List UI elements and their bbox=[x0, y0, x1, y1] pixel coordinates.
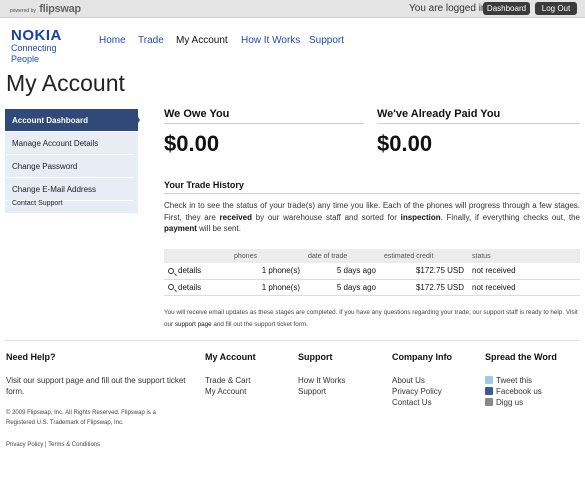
desc-payment: payment bbox=[164, 224, 197, 233]
desc-text: by our warehouse staff and sorted for bbox=[252, 212, 401, 222]
twitter-icon bbox=[485, 376, 493, 384]
tweet-this-label: Tweet this bbox=[496, 376, 533, 385]
footer-link-my-account[interactable]: My Account bbox=[205, 386, 246, 397]
footer-link-privacy-policy[interactable]: Privacy Policy bbox=[392, 386, 442, 397]
legal-links[interactable]: Privacy Policy | Terms & Conditions bbox=[6, 442, 100, 448]
account-sidebar: Account Dashboard Manage Account Details… bbox=[5, 109, 138, 213]
magnifier-icon bbox=[168, 268, 174, 275]
col-header-date: date of trade bbox=[304, 249, 380, 263]
notice-text: and fill out the support ticket form. bbox=[211, 320, 308, 328]
cell-status: not received bbox=[468, 279, 580, 296]
desc-text: will be sent. bbox=[196, 224, 241, 233]
table-header-row: phones date of trade estimated credit st… bbox=[164, 249, 580, 263]
footer-account-title: My Account bbox=[205, 352, 256, 362]
paid-amount: $0.00 bbox=[377, 131, 433, 156]
logout-button[interactable]: Log Out bbox=[535, 2, 577, 15]
table-row: details 1 phone(s) 5 days ago $172.75 US… bbox=[164, 279, 580, 296]
footer-link-contact-us[interactable]: Contact Us bbox=[392, 397, 432, 408]
logo-wordmark: NOKIA bbox=[11, 27, 62, 44]
details-link[interactable]: details bbox=[164, 279, 230, 296]
nav-home[interactable]: Home bbox=[99, 35, 126, 46]
table-row: details 1 phone(s) 5 days ago $172.75 US… bbox=[164, 263, 580, 280]
login-status: You are logged in! bbox=[409, 3, 490, 14]
powered-by-text: powered by bbox=[10, 8, 36, 14]
digg-icon bbox=[485, 398, 493, 406]
tweet-this-link[interactable]: Tweet this bbox=[485, 375, 532, 386]
footer-link-how-it-works[interactable]: How It Works bbox=[298, 375, 345, 386]
active-item-arrow-icon bbox=[133, 109, 140, 131]
nav-support[interactable]: Support bbox=[309, 35, 344, 46]
support-page-link[interactable]: support page bbox=[175, 321, 212, 328]
facebook-icon bbox=[485, 387, 493, 395]
footer-divider bbox=[5, 340, 580, 341]
col-header-details bbox=[164, 249, 230, 263]
facebook-us-label: Facebook us bbox=[496, 387, 542, 396]
desc-text: . Finally, if everything checks out, the bbox=[440, 212, 581, 222]
cell-phones: 1 phone(s) bbox=[230, 279, 304, 296]
desc-inspection: inspection bbox=[400, 212, 441, 222]
owe-amount: $0.00 bbox=[164, 131, 220, 156]
top-bar: powered by flipswap You are logged in! D… bbox=[0, 0, 585, 18]
powered-by: powered by flipswap bbox=[10, 3, 81, 15]
cell-phones: 1 phone(s) bbox=[230, 263, 304, 280]
sidebar-item-change-password[interactable]: Change Password bbox=[5, 155, 133, 178]
email-update-notice: You will receive email updates as these … bbox=[164, 307, 580, 330]
col-header-phones: phones bbox=[230, 249, 304, 263]
facebook-us-link[interactable]: Facebook us bbox=[485, 386, 542, 397]
cell-status: not received bbox=[468, 263, 580, 280]
digg-us-link[interactable]: Digg us bbox=[485, 397, 523, 408]
sidebar-item-manage-details[interactable]: Manage Account Details bbox=[5, 132, 133, 155]
col-header-credit: estimated credit bbox=[380, 249, 468, 263]
sidebar-item-contact-support[interactable]: Contact Support bbox=[5, 195, 133, 213]
cell-credit: $172.75 USD bbox=[380, 263, 468, 280]
digg-us-label: Digg us bbox=[496, 398, 524, 407]
trade-history-divider bbox=[164, 193, 580, 194]
footer-company-title: Company Info bbox=[392, 352, 452, 362]
footer-link-about-us[interactable]: About Us bbox=[392, 375, 425, 386]
paid-title: We've Already Paid You bbox=[377, 108, 501, 120]
cell-date: 5 days ago bbox=[304, 263, 380, 280]
sidebar-item-dashboard[interactable]: Account Dashboard bbox=[5, 109, 138, 132]
desc-received: received bbox=[219, 212, 253, 222]
nav-how-it-works[interactable]: How It Works bbox=[241, 35, 300, 46]
col-header-status: status bbox=[468, 249, 580, 263]
owe-title: We Owe You bbox=[164, 108, 230, 120]
copyright-text: © 2009 Flipswap, Inc. All Rights Reserve… bbox=[6, 410, 156, 426]
trade-history-title: Your Trade History bbox=[164, 180, 244, 190]
nav-trade[interactable]: Trade bbox=[138, 35, 164, 46]
footer-help-title: Need Help? bbox=[6, 352, 56, 362]
dashboard-button[interactable]: Dashboard bbox=[483, 2, 530, 15]
footer-link-support[interactable]: Support bbox=[298, 386, 326, 397]
flipswap-logo[interactable]: flipswap bbox=[39, 3, 81, 15]
logo-tagline: Connecting People bbox=[11, 43, 57, 64]
nokia-logo[interactable]: NOKIA Connecting People bbox=[11, 27, 81, 65]
details-link[interactable]: details bbox=[164, 263, 230, 280]
footer-support-title: Support bbox=[298, 352, 333, 362]
page-title: My Account bbox=[6, 70, 125, 96]
footer-help-text: Visit our support page and fill out the … bbox=[6, 376, 186, 396]
footer-link-trade-cart[interactable]: Trade & Cart bbox=[205, 375, 251, 386]
magnifier-icon bbox=[168, 284, 174, 291]
cell-date: 5 days ago bbox=[304, 279, 380, 296]
details-link-label: details bbox=[178, 266, 202, 276]
nav-my-account[interactable]: My Account bbox=[176, 35, 228, 46]
cell-credit: $172.75 USD bbox=[380, 279, 468, 296]
paid-divider bbox=[377, 123, 580, 124]
owe-divider bbox=[164, 123, 364, 124]
details-link-label: details bbox=[178, 282, 202, 292]
footer-spread-title: Spread the Word bbox=[485, 352, 557, 362]
trade-history-description: Check in to see the status of your trade… bbox=[164, 200, 580, 235]
trade-history-table: phones date of trade estimated credit st… bbox=[164, 249, 580, 296]
